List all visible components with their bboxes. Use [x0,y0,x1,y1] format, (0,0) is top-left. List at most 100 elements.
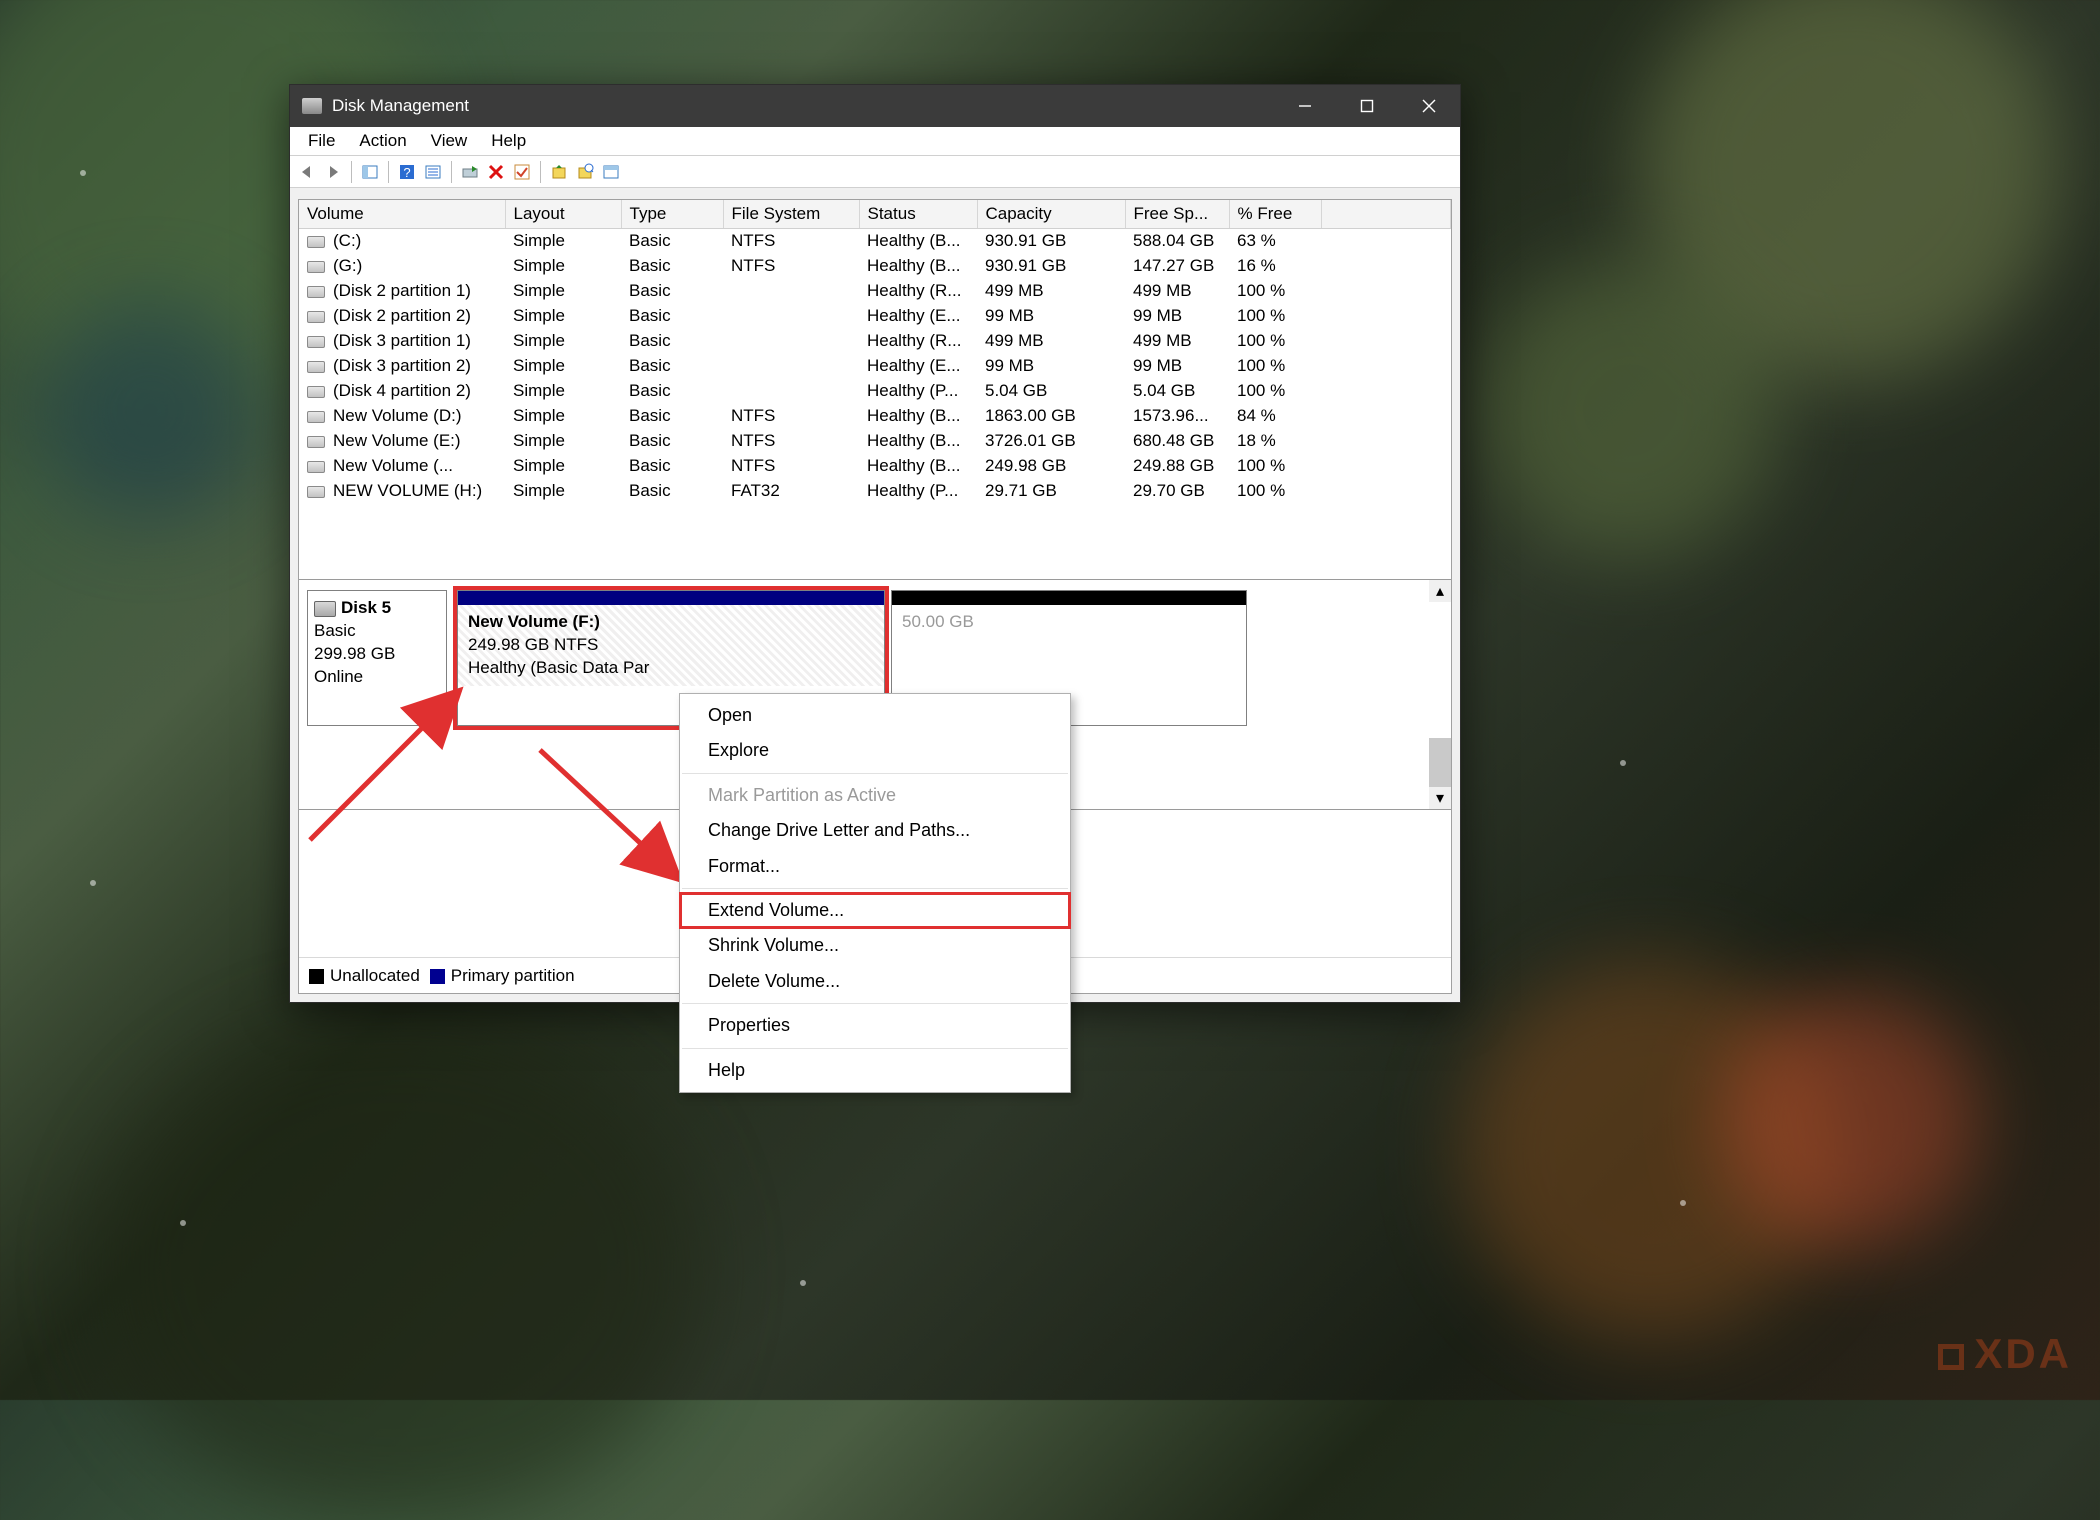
scroll-down-button[interactable]: ▾ [1429,787,1451,809]
disk-size: 299.98 GB [314,643,440,666]
table-row[interactable]: New Volume (D:)SimpleBasicNTFSHealthy (B… [299,404,1451,429]
forward-icon[interactable] [322,161,344,183]
table-row[interactable]: (C:)SimpleBasicNTFSHealthy (B...930.91 G… [299,229,1451,254]
action3-icon[interactable] [600,161,622,183]
cell-layout: Simple [505,404,621,429]
volumes-table-area: Volume Layout Type File System Status Ca… [299,200,1451,580]
cell-volume: (Disk 3 partition 1) [333,331,471,350]
cell-free: 5.04 GB [1125,379,1229,404]
col-free[interactable]: Free Sp... [1125,200,1229,229]
table-row[interactable]: (Disk 4 partition 2)SimpleBasicHealthy (… [299,379,1451,404]
table-row[interactable]: (G:)SimpleBasicNTFSHealthy (B...930.91 G… [299,254,1451,279]
cell-status: Healthy (B... [859,254,977,279]
menu-view[interactable]: View [419,128,480,154]
cell-fs: FAT32 [723,479,859,504]
drive-icon [307,461,325,473]
cell-capacity: 3726.01 GB [977,429,1125,454]
ctx-help[interactable]: Help [680,1053,1070,1088]
cell-pct: 100 % [1229,329,1321,354]
table-row[interactable]: (Disk 2 partition 1)SimpleBasicHealthy (… [299,279,1451,304]
cell-volume: NEW VOLUME (H:) [333,481,482,500]
drive-icon [307,236,325,248]
ctx-delete-volume[interactable]: Delete Volume... [680,964,1070,999]
col-pct[interactable]: % Free [1229,200,1321,229]
action2-icon[interactable] [574,161,596,183]
ctx-extend-volume[interactable]: Extend Volume... [680,893,1070,928]
show-hide-icon[interactable] [359,161,381,183]
cell-volume: (Disk 2 partition 1) [333,281,471,300]
cell-free: 680.48 GB [1125,429,1229,454]
col-capacity[interactable]: Capacity [977,200,1125,229]
cell-volume: New Volume (... [333,456,453,475]
drive-icon [307,286,325,298]
ctx-change-letter[interactable]: Change Drive Letter and Paths... [680,813,1070,848]
cell-status: Healthy (R... [859,279,977,304]
cell-free: 499 MB [1125,329,1229,354]
cell-status: Healthy (B... [859,229,977,254]
help-icon[interactable]: ? [396,161,418,183]
menu-file[interactable]: File [296,128,347,154]
cell-status: Healthy (P... [859,379,977,404]
scroll-up-button[interactable]: ▴ [1429,580,1451,602]
table-row[interactable]: (Disk 3 partition 1)SimpleBasicHealthy (… [299,329,1451,354]
cell-volume: (G:) [333,256,362,275]
drive-icon [307,386,325,398]
cell-capacity: 29.71 GB [977,479,1125,504]
cell-pct: 18 % [1229,429,1321,454]
cell-status: Healthy (E... [859,304,977,329]
col-fs[interactable]: File System [723,200,859,229]
maximize-button[interactable] [1336,85,1398,127]
ctx-format[interactable]: Format... [680,849,1070,884]
check-icon[interactable] [511,161,533,183]
disk-header[interactable]: Disk 5 Basic 299.98 GB Online [307,590,447,726]
cell-type: Basic [621,329,723,354]
drive-icon [307,311,325,323]
cell-volume: (C:) [333,231,361,250]
table-row[interactable]: (Disk 2 partition 2)SimpleBasicHealthy (… [299,304,1451,329]
cell-type: Basic [621,229,723,254]
cell-pct: 63 % [1229,229,1321,254]
close-button[interactable] [1398,85,1460,127]
cell-layout: Simple [505,254,621,279]
col-volume[interactable]: Volume [299,200,505,229]
drive-icon [307,336,325,348]
cell-type: Basic [621,429,723,454]
col-type[interactable]: Type [621,200,723,229]
titlebar[interactable]: Disk Management [290,85,1460,127]
cell-fs: NTFS [723,429,859,454]
action1-icon[interactable] [548,161,570,183]
cell-capacity: 499 MB [977,279,1125,304]
ctx-explore[interactable]: Explore [680,733,1070,768]
back-icon[interactable] [296,161,318,183]
context-menu: Open Explore Mark Partition as Active Ch… [679,693,1071,1093]
cell-capacity: 930.91 GB [977,254,1125,279]
cell-free: 1573.96... [1125,404,1229,429]
ctx-open[interactable]: Open [680,698,1070,733]
delete-icon[interactable] [485,161,507,183]
cell-pct: 16 % [1229,254,1321,279]
table-row[interactable]: NEW VOLUME (H:)SimpleBasicFAT32Healthy (… [299,479,1451,504]
scrollbar-thumb[interactable] [1429,738,1451,788]
col-status[interactable]: Status [859,200,977,229]
refresh-icon[interactable] [459,161,481,183]
drive-icon [307,411,325,423]
cell-fs [723,379,859,404]
col-extra[interactable] [1321,200,1451,229]
minimize-button[interactable] [1274,85,1336,127]
table-row[interactable]: (Disk 3 partition 2)SimpleBasicHealthy (… [299,354,1451,379]
properties-icon[interactable] [422,161,444,183]
ctx-shrink-volume[interactable]: Shrink Volume... [680,928,1070,963]
cell-type: Basic [621,254,723,279]
cell-type: Basic [621,304,723,329]
table-row[interactable]: New Volume (...SimpleBasicNTFSHealthy (B… [299,454,1451,479]
ctx-properties[interactable]: Properties [680,1008,1070,1043]
menu-help[interactable]: Help [479,128,538,154]
partition-f-header [458,591,884,605]
watermark: XDA [1938,1330,2072,1378]
volumes-table[interactable]: Volume Layout Type File System Status Ca… [299,200,1451,504]
partition-unalloc-header [892,591,1246,605]
col-layout[interactable]: Layout [505,200,621,229]
table-row[interactable]: New Volume (E:)SimpleBasicNTFSHealthy (B… [299,429,1451,454]
menu-action[interactable]: Action [347,128,418,154]
cell-pct: 100 % [1229,304,1321,329]
